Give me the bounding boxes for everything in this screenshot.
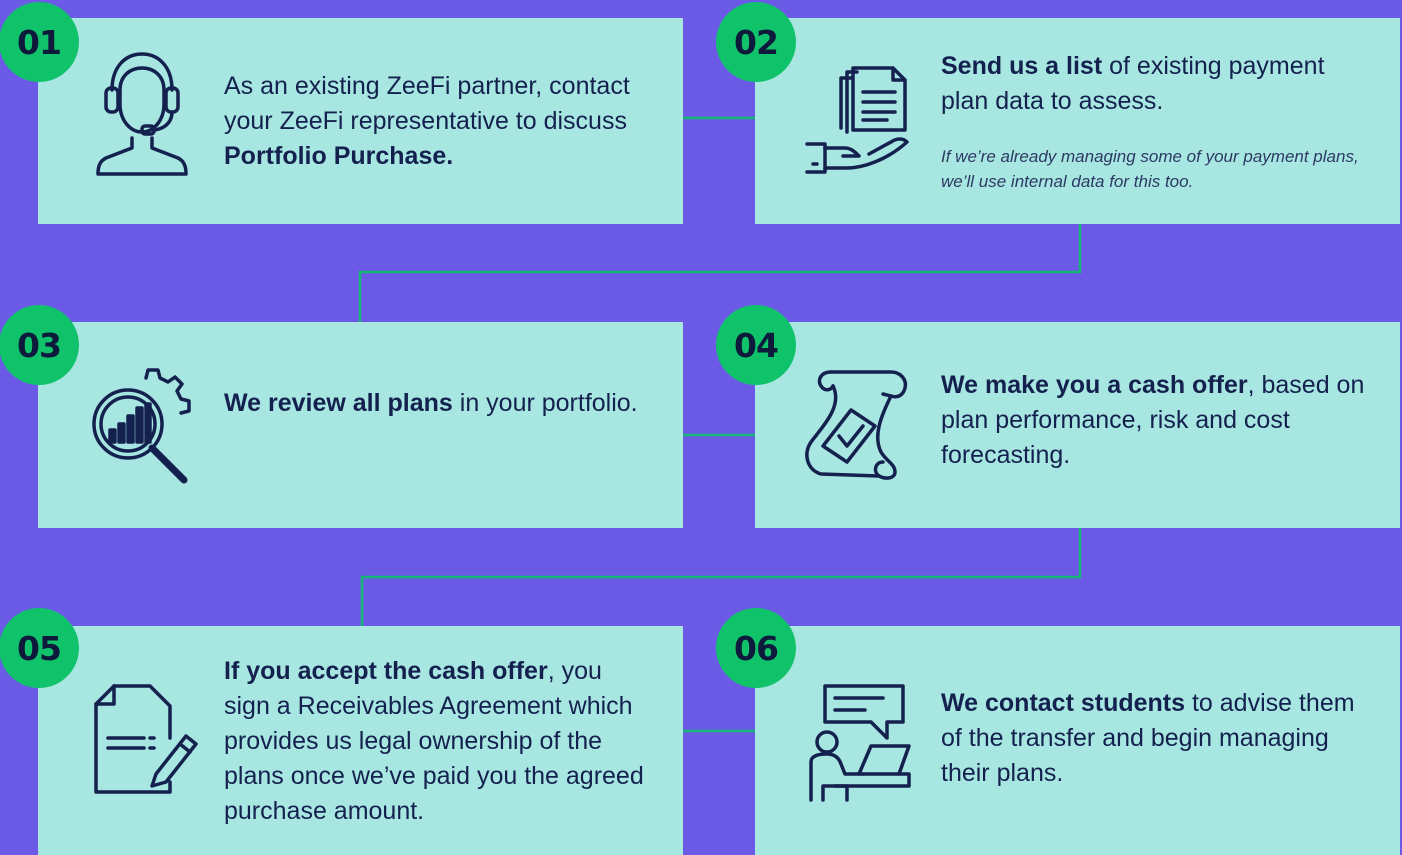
step-02-emphasis: Send us a list (941, 52, 1103, 80)
magnifier-analytics-gear-icon (88, 366, 200, 486)
step-card-06: We contact students to advise them of th… (755, 626, 1400, 855)
scroll-checkmark-icon (803, 366, 915, 482)
step-badge-05: 05 (0, 608, 79, 688)
step-card-04: We make you a cash offer, based on plan … (755, 322, 1400, 528)
step-badge-01: 01 (0, 2, 79, 82)
step-text-02: Send us a list of existing payment plan … (941, 49, 1370, 119)
document-on-hand-icon (803, 64, 915, 176)
step-note-02: If we’re already managing some of your p… (941, 147, 1359, 191)
step-text-06: We contact students to advise them of th… (941, 686, 1370, 791)
step-card-02: Send us a list of existing payment plan … (755, 18, 1400, 224)
step-01-lead: As an existing ZeeFi partner, contact yo… (224, 72, 630, 135)
connector-02-03 (358, 224, 1082, 322)
step-badge-06: 06 (716, 608, 796, 688)
step-text-01: As an existing ZeeFi partner, contact yo… (224, 69, 653, 174)
step-badge-04: 04 (716, 305, 796, 385)
step-03-emphasis: We review all plans (224, 389, 453, 417)
step-06-emphasis: We contact students (941, 689, 1186, 717)
step-badge-03: 03 (0, 305, 79, 385)
step-05-emphasis: If you accept the cash offer (224, 657, 548, 685)
step-text-05: If you accept the cash offer, you sign a… (224, 654, 653, 829)
step-text-03: We review all plans in your portfolio. (224, 386, 653, 421)
step-badge-02: 02 (716, 2, 796, 82)
step-card-05: If you accept the cash offer, you sign a… (38, 626, 683, 855)
headset-support-icon (92, 48, 192, 178)
step-03-tail: in your portfolio. (452, 389, 638, 417)
step-text-04: We make you a cash offer, based on plan … (941, 368, 1370, 473)
person-laptop-chat-icon (805, 682, 917, 802)
step-card-03: We review all plans in your portfolio. (38, 322, 683, 528)
contract-pen-icon (92, 682, 202, 798)
step-01-emphasis: Portfolio Purchase. (224, 142, 454, 170)
step-04-emphasis: We make you a cash offer (941, 371, 1248, 399)
connector-04-05 (360, 528, 1082, 626)
step-card-01: As an existing ZeeFi partner, contact yo… (38, 18, 683, 224)
